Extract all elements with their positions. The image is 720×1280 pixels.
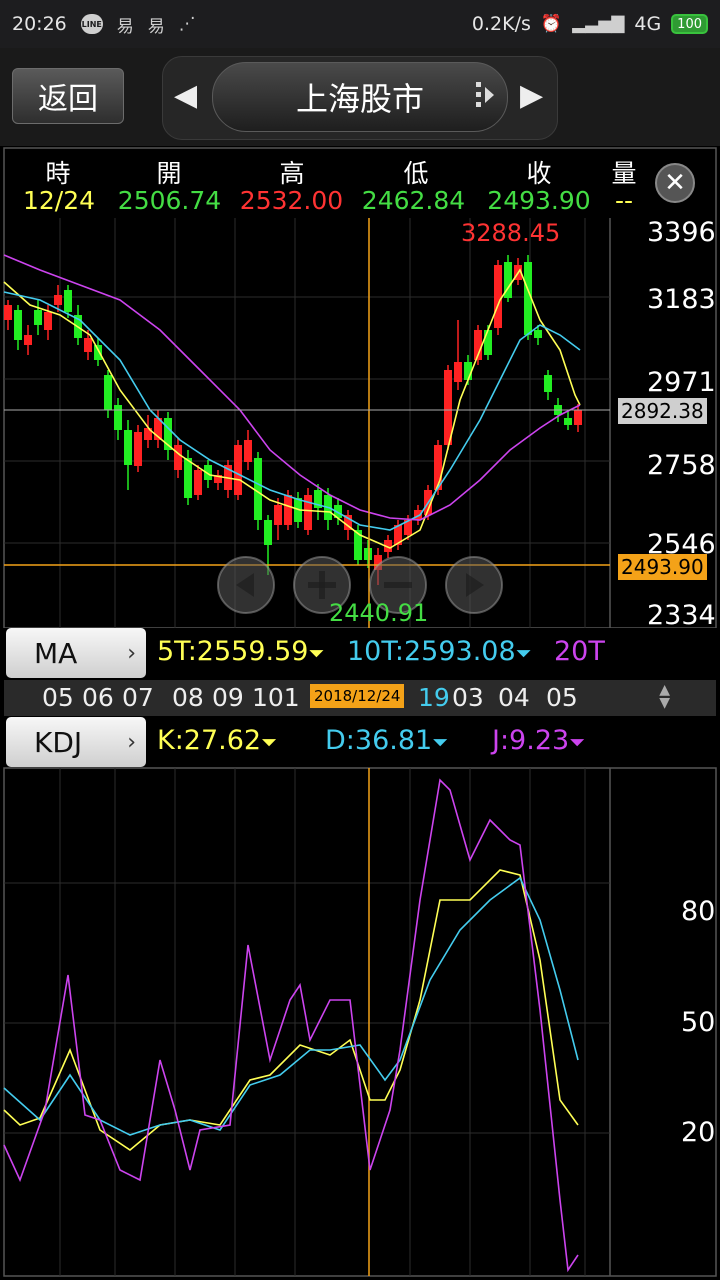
candle-body [34,310,42,325]
date-label: 04 [498,683,530,712]
close-icon[interactable]: ✕ [655,163,695,203]
k-line [3,869,579,1151]
selected-date-badge: 2018/12/24 [310,684,405,708]
candle-body [234,445,242,495]
value-time: 12/24 [22,186,96,215]
candle-body [14,310,22,340]
date-label: 05 [546,683,578,712]
date-label: 101 [252,683,300,712]
kdj-y-tick: 80 [681,896,716,927]
d-line [3,876,579,1136]
value-high: 2532.00 [239,186,344,215]
zoom-out-icon [384,582,412,588]
label-close: 收 [526,159,552,188]
candle-body [64,290,72,312]
candle-body [454,362,462,382]
candle-body [544,375,552,392]
label-high: 高 [279,159,305,188]
updown-icon[interactable]: ▲ ▼ [659,683,670,710]
candle-body [284,495,292,525]
candle-body [194,470,202,495]
value-low: 2462.84 [361,186,466,215]
candle-body [114,405,122,430]
candle-body [274,505,282,525]
candle-body [244,440,252,462]
label-open: 開 [156,159,182,188]
date-label: 08 [172,683,204,712]
crosshair-price-tag: 2892.38 [618,398,707,424]
candle-body [484,330,492,355]
date-strip[interactable]: 05 06 07 08 09 101 2018/12/24 19 03 04 0… [4,680,716,716]
date-label: 06 [82,683,114,712]
candle-body [54,295,62,305]
ma20-line [3,254,581,521]
candle-body [124,430,132,465]
kdj-button[interactable]: KDJ › [6,717,146,767]
candle-body [44,312,52,330]
kdj-y-tick: 50 [681,1007,716,1038]
last-price-tag: 2493.90 [618,554,707,580]
k-value: K:27.62⏷ [157,725,278,756]
candle-body [94,345,102,360]
chevron-right-icon: › [127,640,136,666]
candle-body [564,418,572,425]
date-label: 03 [452,683,484,712]
candle-body [494,265,502,328]
y-tick: 3396 [647,217,716,248]
ma-button[interactable]: MA › [6,628,146,678]
high-price-label: 3288.45 [461,219,561,247]
kdj-row: KDJ › K:27.62⏷ D:36.81⏷ J:9.23⏷ [0,717,720,767]
kdj-button-label: KDJ [34,725,83,759]
ma10-value: 10T:2593.08⏷ [347,636,532,667]
candle-body [134,432,142,466]
date-label: 05 [42,683,74,712]
label-low: 低 [403,159,429,188]
candle-body [84,338,92,352]
ma10-line [3,291,581,531]
label-volume: 量 [611,159,637,188]
candle-body [24,335,32,345]
ma-row: MA › 5T:2559.59⏷ 10T:2593.08⏷ 20T [0,628,720,678]
date-label: 07 [122,683,154,712]
kdj-chart-frame [3,767,717,1277]
candle-body [184,458,192,498]
ma20-value: 20T [554,636,605,667]
date-label: 19 [418,683,450,712]
y-tick: 2758 [647,450,716,481]
j-line [3,778,579,1273]
candle-body [304,495,312,530]
date-label: 09 [212,683,244,712]
ma5-value: 5T:2559.59⏷ [157,636,325,667]
y-tick: 3183 [647,284,716,315]
y-tick: 2971 [647,367,716,398]
candle-body [574,410,582,425]
j-value: J:9.23⏷ [492,725,586,756]
low-price-label: 2440.91 [329,599,429,627]
candle-body [4,305,12,320]
d-value: D:36.81⏷ [325,725,449,756]
candle-body [174,445,182,470]
ma-button-label: MA [34,636,78,670]
candle-body [364,548,372,560]
value-close: 2493.90 [487,186,591,215]
candle-body [104,375,112,410]
candle-body [254,458,262,520]
kdj-y-tick: 20 [681,1117,716,1148]
candle-body [534,330,542,338]
value-volume: -- [614,186,634,215]
value-open: 2506.74 [117,186,222,215]
zoom-in-icon [319,571,325,599]
ohlc-info-panel: 時 開 高 低 收 量 12/24 2506.74 2532.00 2462.8… [4,148,716,218]
chevron-right-icon: › [127,729,136,755]
candle-body [264,520,272,545]
label-time: 時 [45,159,71,188]
